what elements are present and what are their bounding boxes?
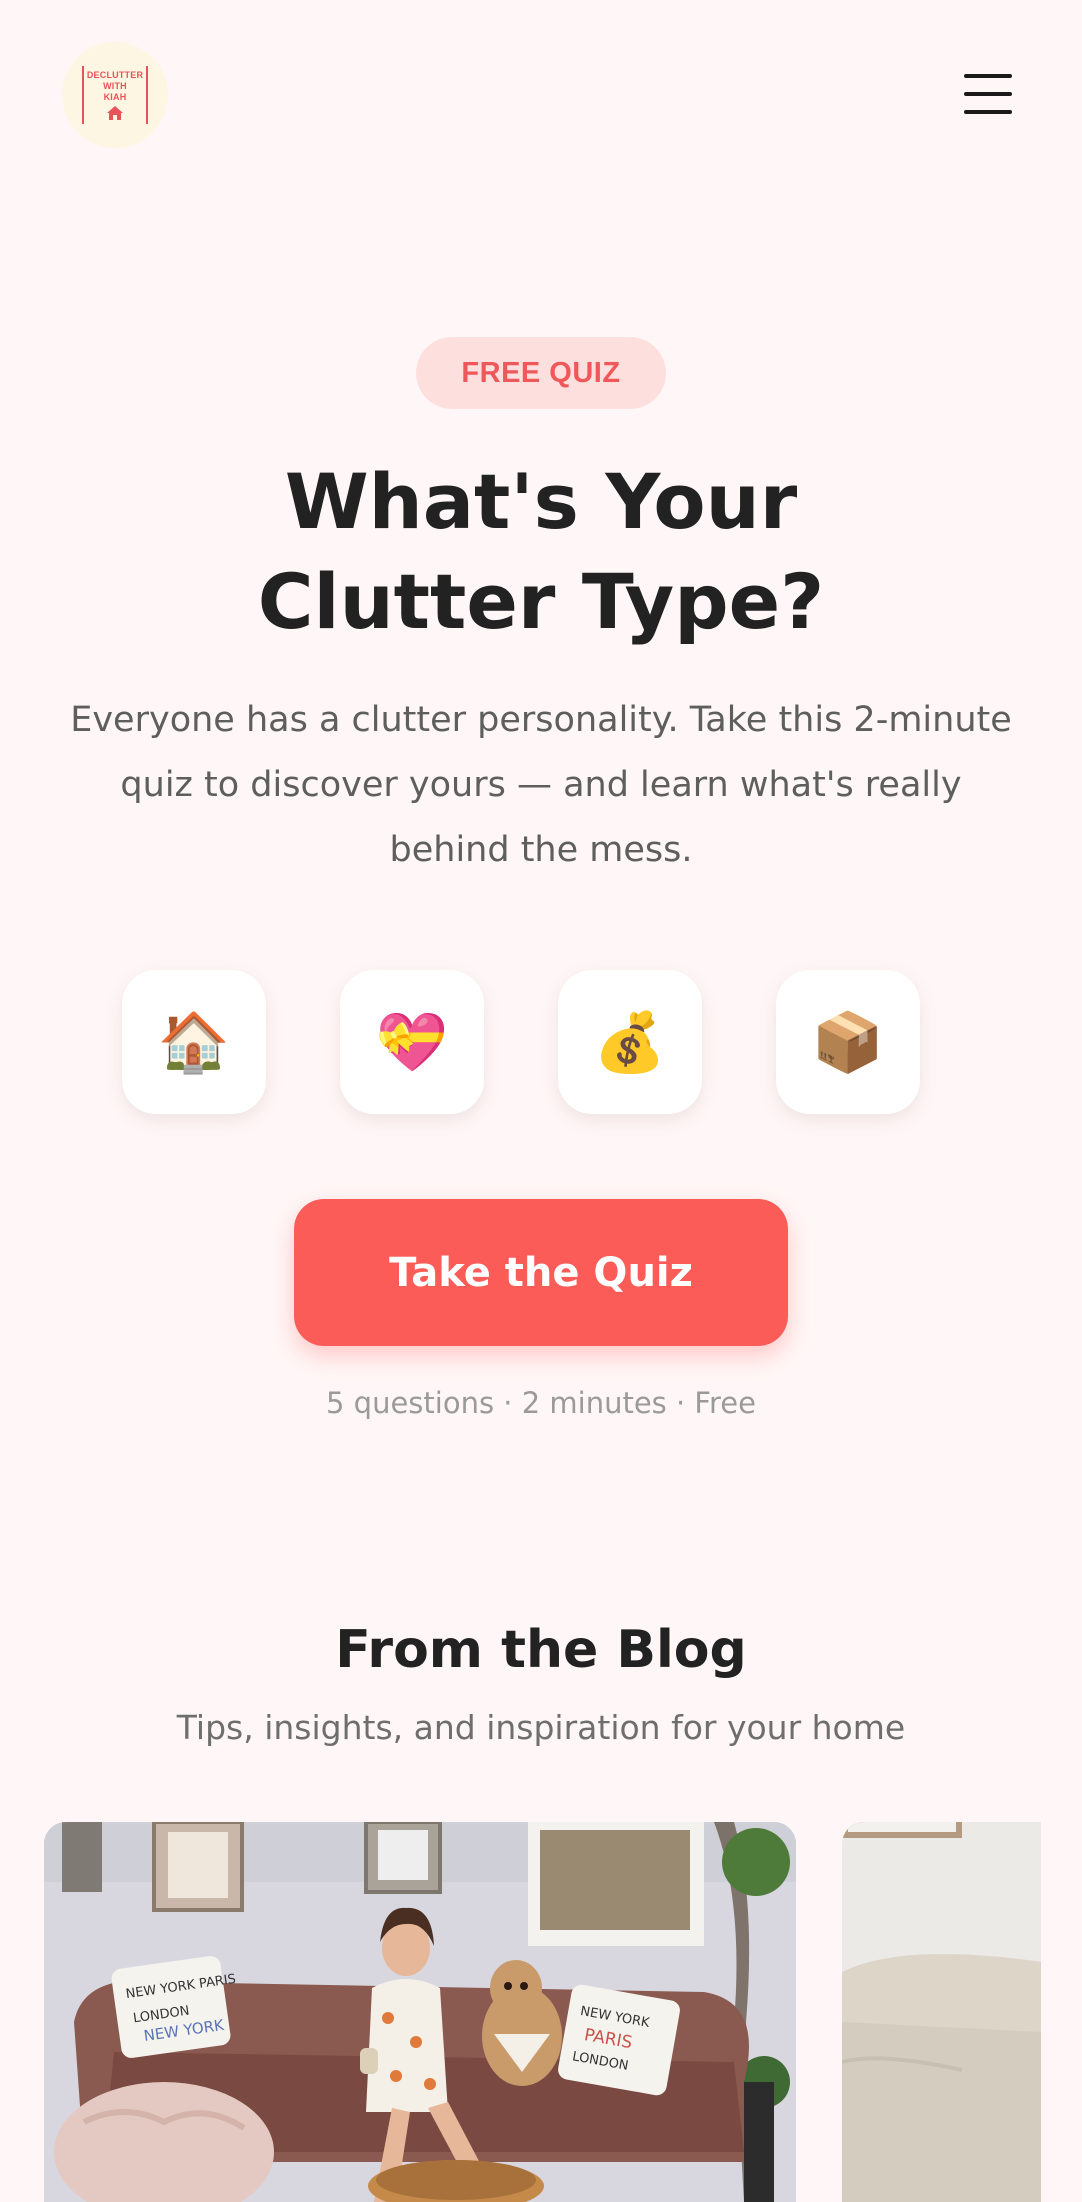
logo-text-line-2: WITH: [103, 80, 127, 91]
house-emoji-icon: 🏠: [122, 970, 266, 1114]
package-emoji-icon: 📦: [776, 970, 920, 1114]
logo-text-line-1: DECLUTTER: [86, 69, 144, 80]
blog-card-2[interactable]: [842, 1822, 1041, 2202]
title-line-1: What's Your: [284, 457, 798, 546]
hero-description: Everyone has a clutter personality. Take…: [70, 700, 1012, 870]
take-quiz-button[interactable]: Take the Quiz: [294, 1199, 788, 1346]
woman-with-dog-on-sofa-photo: NEW YORK PARIS LONDON NEW YORK NEW YORK …: [44, 1822, 796, 2202]
hamburger-menu-button[interactable]: [958, 70, 1018, 118]
blog-section-subtitle: Tips, insights, and inspiration for your…: [176, 1708, 906, 1747]
house-icon: [107, 105, 123, 120]
site-header: DECLUTTER WITH KIAH: [0, 0, 1082, 190]
menu-bar-bottom: [964, 110, 1012, 114]
brand-logo[interactable]: DECLUTTER WITH KIAH: [62, 42, 168, 148]
logo-text-line-3: KIAH: [103, 91, 127, 102]
page-title: What's Your Clutter Type?: [140, 452, 942, 652]
menu-bar-top: [964, 74, 1012, 78]
cream-sofa-photo: [842, 1822, 1041, 2202]
money-bag-emoji-icon: 💰: [558, 970, 702, 1114]
heart-gift-emoji-icon: 💝: [340, 970, 484, 1114]
title-line-2: Clutter Type?: [257, 557, 825, 646]
quiz-meta-info: 5 questions · 2 minutes · Free: [326, 1386, 756, 1420]
blog-carousel[interactable]: NEW YORK PARIS LONDON NEW YORK NEW YORK …: [44, 1822, 1041, 2202]
blog-card-1[interactable]: NEW YORK PARIS LONDON NEW YORK NEW YORK …: [44, 1822, 796, 2202]
logo-frame: DECLUTTER WITH KIAH: [82, 66, 148, 124]
menu-bar-middle: [964, 92, 1012, 96]
blog-section-title: From the Blog: [335, 1620, 747, 1680]
free-quiz-badge: FREE QUIZ: [416, 337, 666, 409]
